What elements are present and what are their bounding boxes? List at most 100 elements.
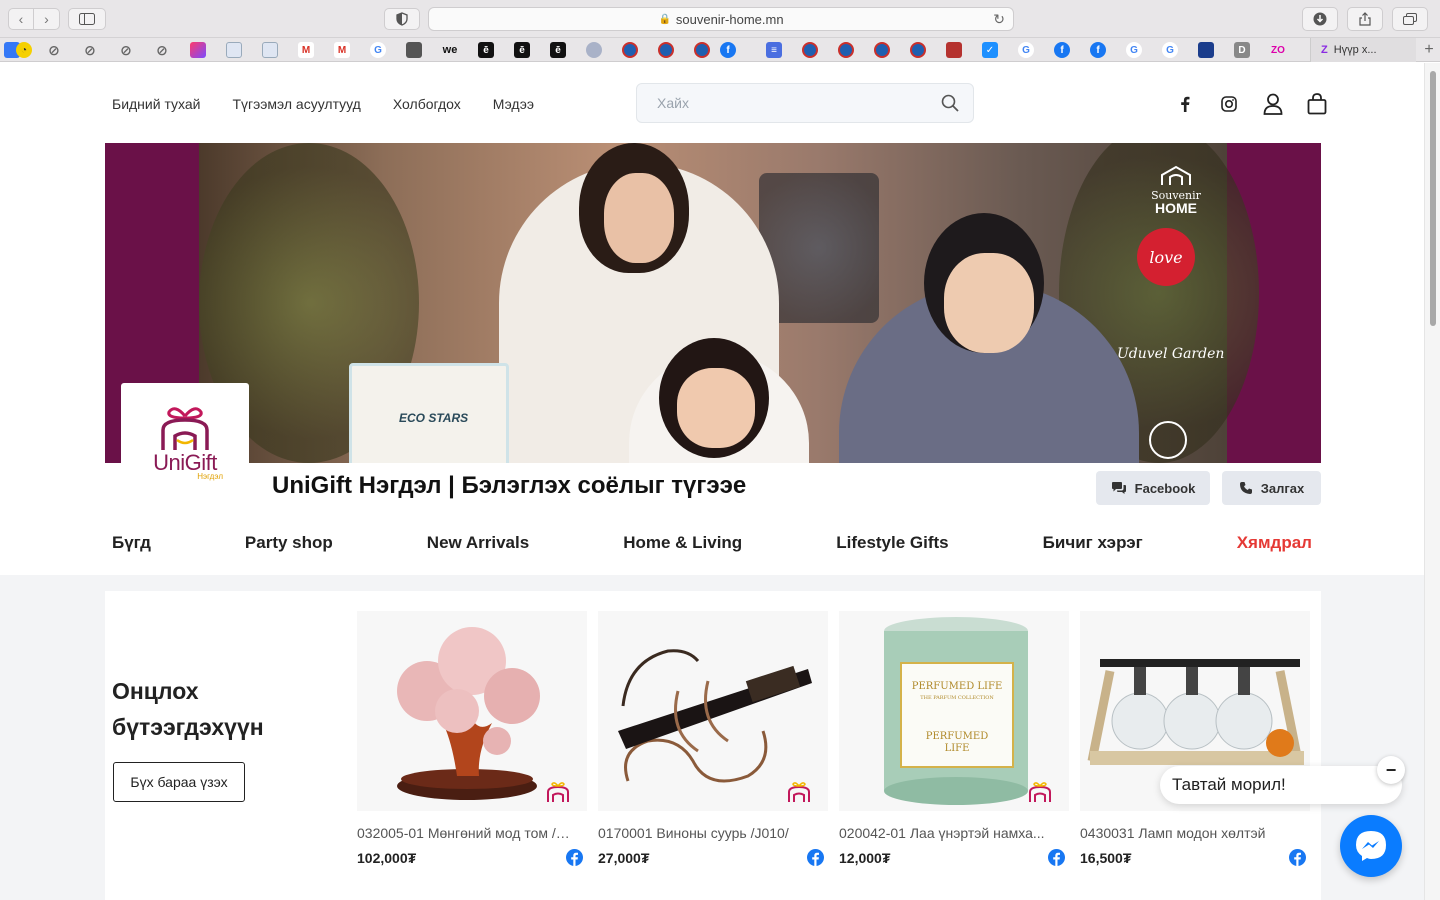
gmail-icon[interactable]: M xyxy=(298,42,314,58)
emblem-icon[interactable] xyxy=(802,42,818,58)
downloads-button[interactable] xyxy=(1302,7,1338,31)
bookmark-yellow-icon[interactable]: ◔ xyxy=(16,42,32,58)
view-all-products-button[interactable]: Бүх бараа үзэх xyxy=(113,762,245,802)
product-card[interactable]: 0170001 Виноны суурь /J010/ 27,000₮ xyxy=(598,611,828,866)
forward-button[interactable]: › xyxy=(34,8,60,30)
google-icon[interactable]: G xyxy=(1162,42,1178,58)
category-home-living[interactable]: Home & Living xyxy=(623,533,742,553)
emblem-icon[interactable] xyxy=(910,42,926,58)
flag-icon[interactable] xyxy=(1198,42,1214,58)
google-icon[interactable]: G xyxy=(370,42,386,58)
scrollbar-thumb[interactable] xyxy=(1430,71,1436,326)
facebook-icon[interactable]: f xyxy=(1054,42,1070,58)
nav-buttons: ‹ › xyxy=(8,8,60,30)
product-image[interactable] xyxy=(598,611,828,811)
we-icon[interactable]: we xyxy=(442,42,458,58)
google-icon[interactable]: G xyxy=(1126,42,1142,58)
doc-icon[interactable] xyxy=(226,42,242,58)
e-icon[interactable]: ē xyxy=(550,42,566,58)
facebook-share-icon[interactable] xyxy=(1048,849,1065,866)
facebook-icon[interactable] xyxy=(1174,93,1196,115)
close-welcome-button[interactable]: − xyxy=(1377,756,1405,784)
emblem-icon[interactable] xyxy=(838,42,854,58)
emblem-icon[interactable] xyxy=(694,42,710,58)
emblem-icon[interactable] xyxy=(874,42,890,58)
category-lifestyle-gifts[interactable]: Lifestyle Gifts xyxy=(836,533,948,553)
sidebar-toggle-button[interactable] xyxy=(68,8,106,30)
category-party-shop[interactable]: Party shop xyxy=(245,533,333,553)
category-tabs: Бүгд Party shop New Arrivals Home & Livi… xyxy=(112,533,1312,553)
shield-crest-icon[interactable] xyxy=(946,42,962,58)
product-price: 27,000₮ xyxy=(598,849,650,866)
store-banner: ECO STARS Souvenir HOME love Uduvel Gard… xyxy=(105,143,1321,463)
emblem-icon[interactable] xyxy=(622,42,638,58)
product-card[interactable]: 0430031 Ламп модон хөлтэй 16,500₮ xyxy=(1080,611,1310,866)
compass-icon[interactable]: ⊘ xyxy=(118,42,134,58)
search-input[interactable] xyxy=(657,95,927,111)
facebook-share-icon[interactable] xyxy=(566,849,583,866)
chat-icon xyxy=(1111,482,1126,494)
check-app-icon[interactable]: ✓ xyxy=(982,42,998,58)
share-button[interactable] xyxy=(1347,7,1383,31)
compass-icon[interactable]: ⊘ xyxy=(46,42,62,58)
facebook-share-icon[interactable] xyxy=(1289,849,1306,866)
product-name[interactable]: 032005-01 Мөнгөний мод том /ч... xyxy=(357,825,572,841)
browser-toolbar: ‹ › 🔒 souvenir-home.mn ↻ xyxy=(0,0,1440,38)
category-stationery[interactable]: Бичиг хэрэг xyxy=(1043,533,1143,553)
garden-logo-text: Uduvel Garden xyxy=(1117,346,1225,362)
address-bar[interactable]: 🔒 souvenir-home.mn ↻ xyxy=(428,7,1014,31)
facebook-button-label: Facebook xyxy=(1134,480,1196,496)
svg-text:THE PARFUM COLLECTION: THE PARFUM COLLECTION xyxy=(920,695,994,701)
circle-icon[interactable] xyxy=(586,42,602,58)
e-icon[interactable]: ē xyxy=(478,42,494,58)
cart-icon[interactable] xyxy=(1306,93,1328,115)
facebook-share-icon[interactable] xyxy=(807,849,824,866)
doc-icon[interactable]: ≡ xyxy=(766,42,782,58)
tab-overview-button[interactable] xyxy=(1392,7,1428,31)
product-image[interactable] xyxy=(357,611,587,811)
welcome-bubble[interactable]: Тавтай морил! xyxy=(1160,766,1402,804)
new-tab-button[interactable]: + xyxy=(1418,38,1440,62)
back-button[interactable]: ‹ xyxy=(8,8,34,30)
compass-icon[interactable]: ⊘ xyxy=(154,42,170,58)
e-icon[interactable]: ē xyxy=(514,42,530,58)
page-scrollbar[interactable] xyxy=(1424,63,1440,900)
privacy-shield-button[interactable] xyxy=(384,8,420,30)
product-price-row: 27,000₮ xyxy=(598,849,824,866)
svg-text:PERFUMED: PERFUMED xyxy=(926,731,988,742)
facebook-icon[interactable]: f xyxy=(1090,42,1106,58)
nav-contact[interactable]: Холбогдох xyxy=(393,96,461,112)
product-image[interactable]: PERFUMED LIFE THE PARFUM COLLECTION PERF… xyxy=(839,611,1069,811)
zo-icon[interactable]: ZO xyxy=(1270,42,1286,58)
app-icon[interactable] xyxy=(190,42,206,58)
instagram-icon[interactable] xyxy=(1218,93,1240,115)
category-sale[interactable]: Хямдрал xyxy=(1237,533,1312,553)
call-button[interactable]: Залгах xyxy=(1222,471,1321,505)
active-tab[interactable]: Z Нүүр х... xyxy=(1310,38,1416,62)
compass-icon[interactable]: ⊘ xyxy=(82,42,98,58)
product-name[interactable]: 020042-01 Лаа үнэртэй намха... xyxy=(839,825,1054,841)
messenger-button[interactable] xyxy=(1340,815,1402,877)
facebook-icon[interactable]: f xyxy=(720,42,736,58)
nav-about[interactable]: Бидний тухай xyxy=(112,96,200,112)
google-icon[interactable]: G xyxy=(1018,42,1034,58)
category-new-arrivals[interactable]: New Arrivals xyxy=(427,533,529,553)
emblem-icon[interactable] xyxy=(658,42,674,58)
product-name[interactable]: 0430031 Ламп модон хөлтэй xyxy=(1080,825,1295,841)
d-icon[interactable]: D xyxy=(1234,42,1250,58)
category-all[interactable]: Бүгд xyxy=(112,533,151,553)
product-card[interactable]: 032005-01 Мөнгөний мод том /ч... 102,000… xyxy=(357,611,587,866)
search-icon[interactable] xyxy=(941,94,959,115)
gmail-icon[interactable]: M xyxy=(334,42,350,58)
reload-icon[interactable]: ↻ xyxy=(993,11,1005,28)
facebook-button[interactable]: Facebook xyxy=(1096,471,1210,505)
nav-news[interactable]: Мэдээ xyxy=(493,96,534,112)
nav-faq[interactable]: Түгээмэл асуултууд xyxy=(232,96,360,112)
svg-text:LIFE: LIFE xyxy=(945,743,970,754)
product-name[interactable]: 0170001 Виноны суурь /J010/ xyxy=(598,825,813,841)
doc-icon[interactable] xyxy=(262,42,278,58)
product-card[interactable]: PERFUMED LIFE THE PARFUM COLLECTION PERF… xyxy=(839,611,1069,866)
user-icon[interactable] xyxy=(1262,93,1284,115)
app-icon[interactable] xyxy=(406,42,422,58)
top-nav: Бидний тухай Түгээмэл асуултууд Холбогдо… xyxy=(112,96,534,112)
